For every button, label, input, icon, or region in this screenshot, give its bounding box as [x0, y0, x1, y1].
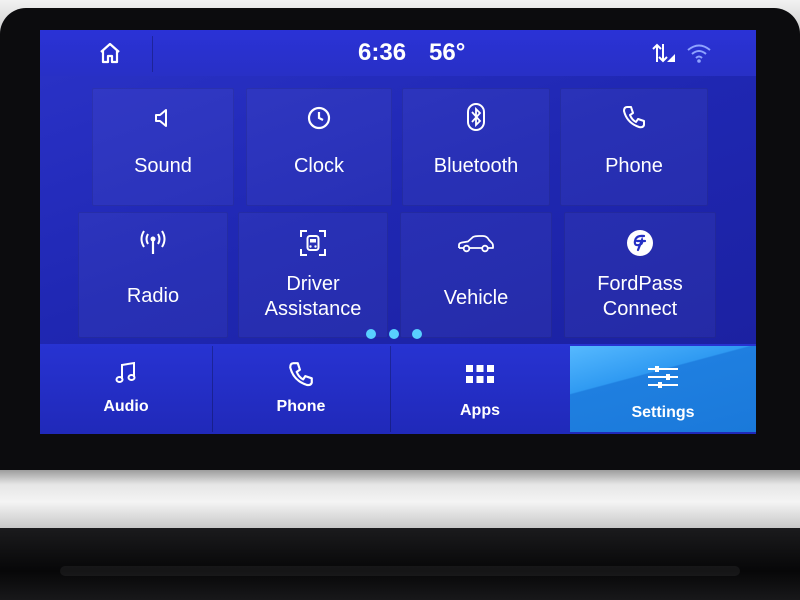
clock-icon — [307, 106, 331, 130]
tile-label: Phone — [605, 155, 663, 177]
nav-settings[interactable]: Settings — [570, 346, 756, 432]
silver-trim — [0, 470, 800, 528]
tile-vehicle[interactable]: Vehicle — [400, 212, 552, 338]
clock-time: 6:36 — [358, 39, 407, 66]
tile-label: FordPass Connect — [597, 273, 683, 320]
nav-label: Apps — [460, 402, 500, 419]
apps-grid-icon — [466, 365, 494, 383]
tile-label: Driver Assistance — [264, 273, 362, 320]
nav-label: Audio — [103, 398, 149, 415]
status-divider — [152, 36, 153, 72]
tile-phone[interactable]: Phone — [560, 88, 708, 206]
fordpass-icon — [627, 230, 653, 256]
music-note-icon — [115, 361, 136, 383]
tile-label: Sound — [134, 155, 192, 177]
home-button[interactable] — [96, 40, 124, 66]
data-transfer-icon — [652, 43, 675, 63]
phone-icon — [623, 106, 645, 129]
sliders-icon — [648, 366, 678, 388]
driver-assist-icon — [300, 230, 326, 256]
nav-apps[interactable]: Apps — [390, 346, 571, 432]
car-icon — [458, 235, 494, 253]
status-bar: 6:36 56° — [40, 30, 756, 76]
tile-fordpass-connect[interactable]: FordPass Connect — [564, 212, 716, 338]
tile-bluetooth[interactable]: Bluetooth — [402, 88, 550, 206]
lower-bezel-gloss — [60, 566, 740, 576]
home-icon — [100, 42, 120, 64]
tile-radio[interactable]: Radio — [78, 212, 228, 338]
page-dot[interactable] — [366, 329, 376, 339]
page-indicator — [366, 329, 422, 339]
tile-clock[interactable]: Clock — [246, 88, 392, 206]
tile-sound[interactable]: Sound — [92, 88, 234, 206]
tile-label: Clock — [293, 155, 344, 177]
nav-label: Settings — [631, 404, 695, 421]
page-dot[interactable] — [389, 329, 399, 339]
antenna-icon — [140, 230, 166, 254]
touchscreen: 6:36 56° Sound Clock Bluetooth Phone Rad… — [40, 30, 756, 434]
tile-driver-assistance[interactable]: Driver Assistance — [238, 212, 388, 338]
phone-icon — [289, 362, 313, 387]
nav-audio[interactable]: Audio — [40, 346, 213, 432]
lower-bezel — [0, 528, 800, 600]
page-dot[interactable] — [412, 329, 422, 339]
speaker-icon — [155, 109, 167, 127]
bottom-nav-bar: Audio Phone Apps Settings — [40, 344, 756, 434]
nav-phone[interactable]: Phone — [212, 346, 391, 432]
nav-label: Phone — [276, 398, 326, 415]
tile-label: Radio — [126, 285, 180, 307]
wifi-icon — [687, 44, 711, 63]
tile-label: Bluetooth — [433, 155, 519, 177]
outside-temperature: 56° — [429, 39, 466, 66]
bluetooth-icon — [467, 103, 485, 131]
tile-label: Vehicle — [443, 287, 509, 309]
